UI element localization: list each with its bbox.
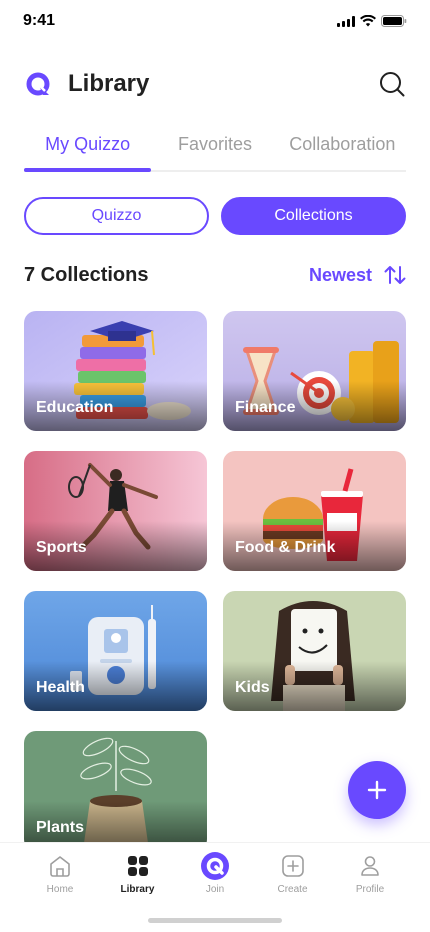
- quizzo-toggle-button[interactable]: Quizzo: [24, 197, 209, 235]
- nav-label: Profile: [355, 884, 385, 895]
- collection-label: Education: [36, 399, 114, 416]
- collection-card-sports[interactable]: Sports: [24, 451, 207, 571]
- sort-label: Newest: [308, 264, 372, 285]
- wifi-icon: [360, 15, 376, 27]
- collection-label: Sports: [36, 539, 87, 556]
- collection-card-food-drink[interactable]: Food & Drink: [223, 451, 406, 571]
- nav-label: Library: [120, 884, 155, 895]
- battery-icon: [381, 15, 407, 27]
- nav-label: Home: [46, 884, 74, 895]
- sort-arrows-icon: [384, 266, 406, 284]
- status-bar: 9:41: [0, 0, 430, 44]
- create-plus-icon: [281, 853, 305, 879]
- profile-icon: [358, 853, 382, 879]
- sort-button[interactable]: Newest: [309, 265, 406, 286]
- page-title: Library: [68, 70, 150, 97]
- content-type-toggle: Quizzo Collections: [24, 197, 406, 235]
- home-indicator: [148, 918, 282, 923]
- status-time: 9:41: [23, 12, 56, 29]
- collection-label: Health: [36, 679, 85, 696]
- nav-home[interactable]: Home: [22, 853, 98, 895]
- collections-header: 7 Collections Newest: [24, 262, 406, 288]
- join-logo-icon: [200, 852, 230, 880]
- search-icon: [380, 72, 405, 97]
- plus-icon: [367, 780, 387, 800]
- tab-favorites[interactable]: Favorites: [151, 128, 278, 170]
- nav-join[interactable]: Join: [177, 852, 253, 895]
- library-grid-icon: [127, 853, 149, 879]
- status-icons: [337, 15, 407, 27]
- collection-card-plants[interactable]: Plants: [24, 731, 207, 851]
- collection-label: Food & Drink: [235, 539, 336, 556]
- tab-collaboration[interactable]: Collaboration: [279, 128, 406, 170]
- quizzo-logo-icon: [24, 70, 52, 98]
- collections-toggle-button[interactable]: Collections: [221, 197, 406, 235]
- collection-card-education[interactable]: Education: [24, 311, 207, 431]
- home-icon: [48, 853, 72, 879]
- collections-count: 7 Collections: [24, 263, 149, 286]
- collection-card-kids[interactable]: Kids: [223, 591, 406, 711]
- nav-create[interactable]: Create: [255, 853, 331, 895]
- collection-card-health[interactable]: Health: [24, 591, 207, 711]
- nav-library[interactable]: Library: [100, 853, 176, 895]
- collection-label: Plants: [36, 819, 85, 836]
- app-header: Library: [24, 64, 406, 104]
- nav-label: Create: [277, 884, 308, 895]
- cellular-signal-icon: [337, 15, 355, 27]
- tab-my-quizzo[interactable]: My Quizzo: [24, 128, 152, 172]
- nav-profile[interactable]: Profile: [332, 853, 408, 895]
- collection-label: Finance: [235, 399, 296, 416]
- add-collection-button[interactable]: [348, 761, 406, 819]
- search-button[interactable]: [378, 70, 406, 98]
- nav-label: Join: [205, 884, 225, 895]
- collection-card-finance[interactable]: Finance: [223, 311, 406, 431]
- library-tabs: My Quizzo Favorites Collaboration: [24, 128, 406, 172]
- collection-label: Kids: [235, 679, 270, 696]
